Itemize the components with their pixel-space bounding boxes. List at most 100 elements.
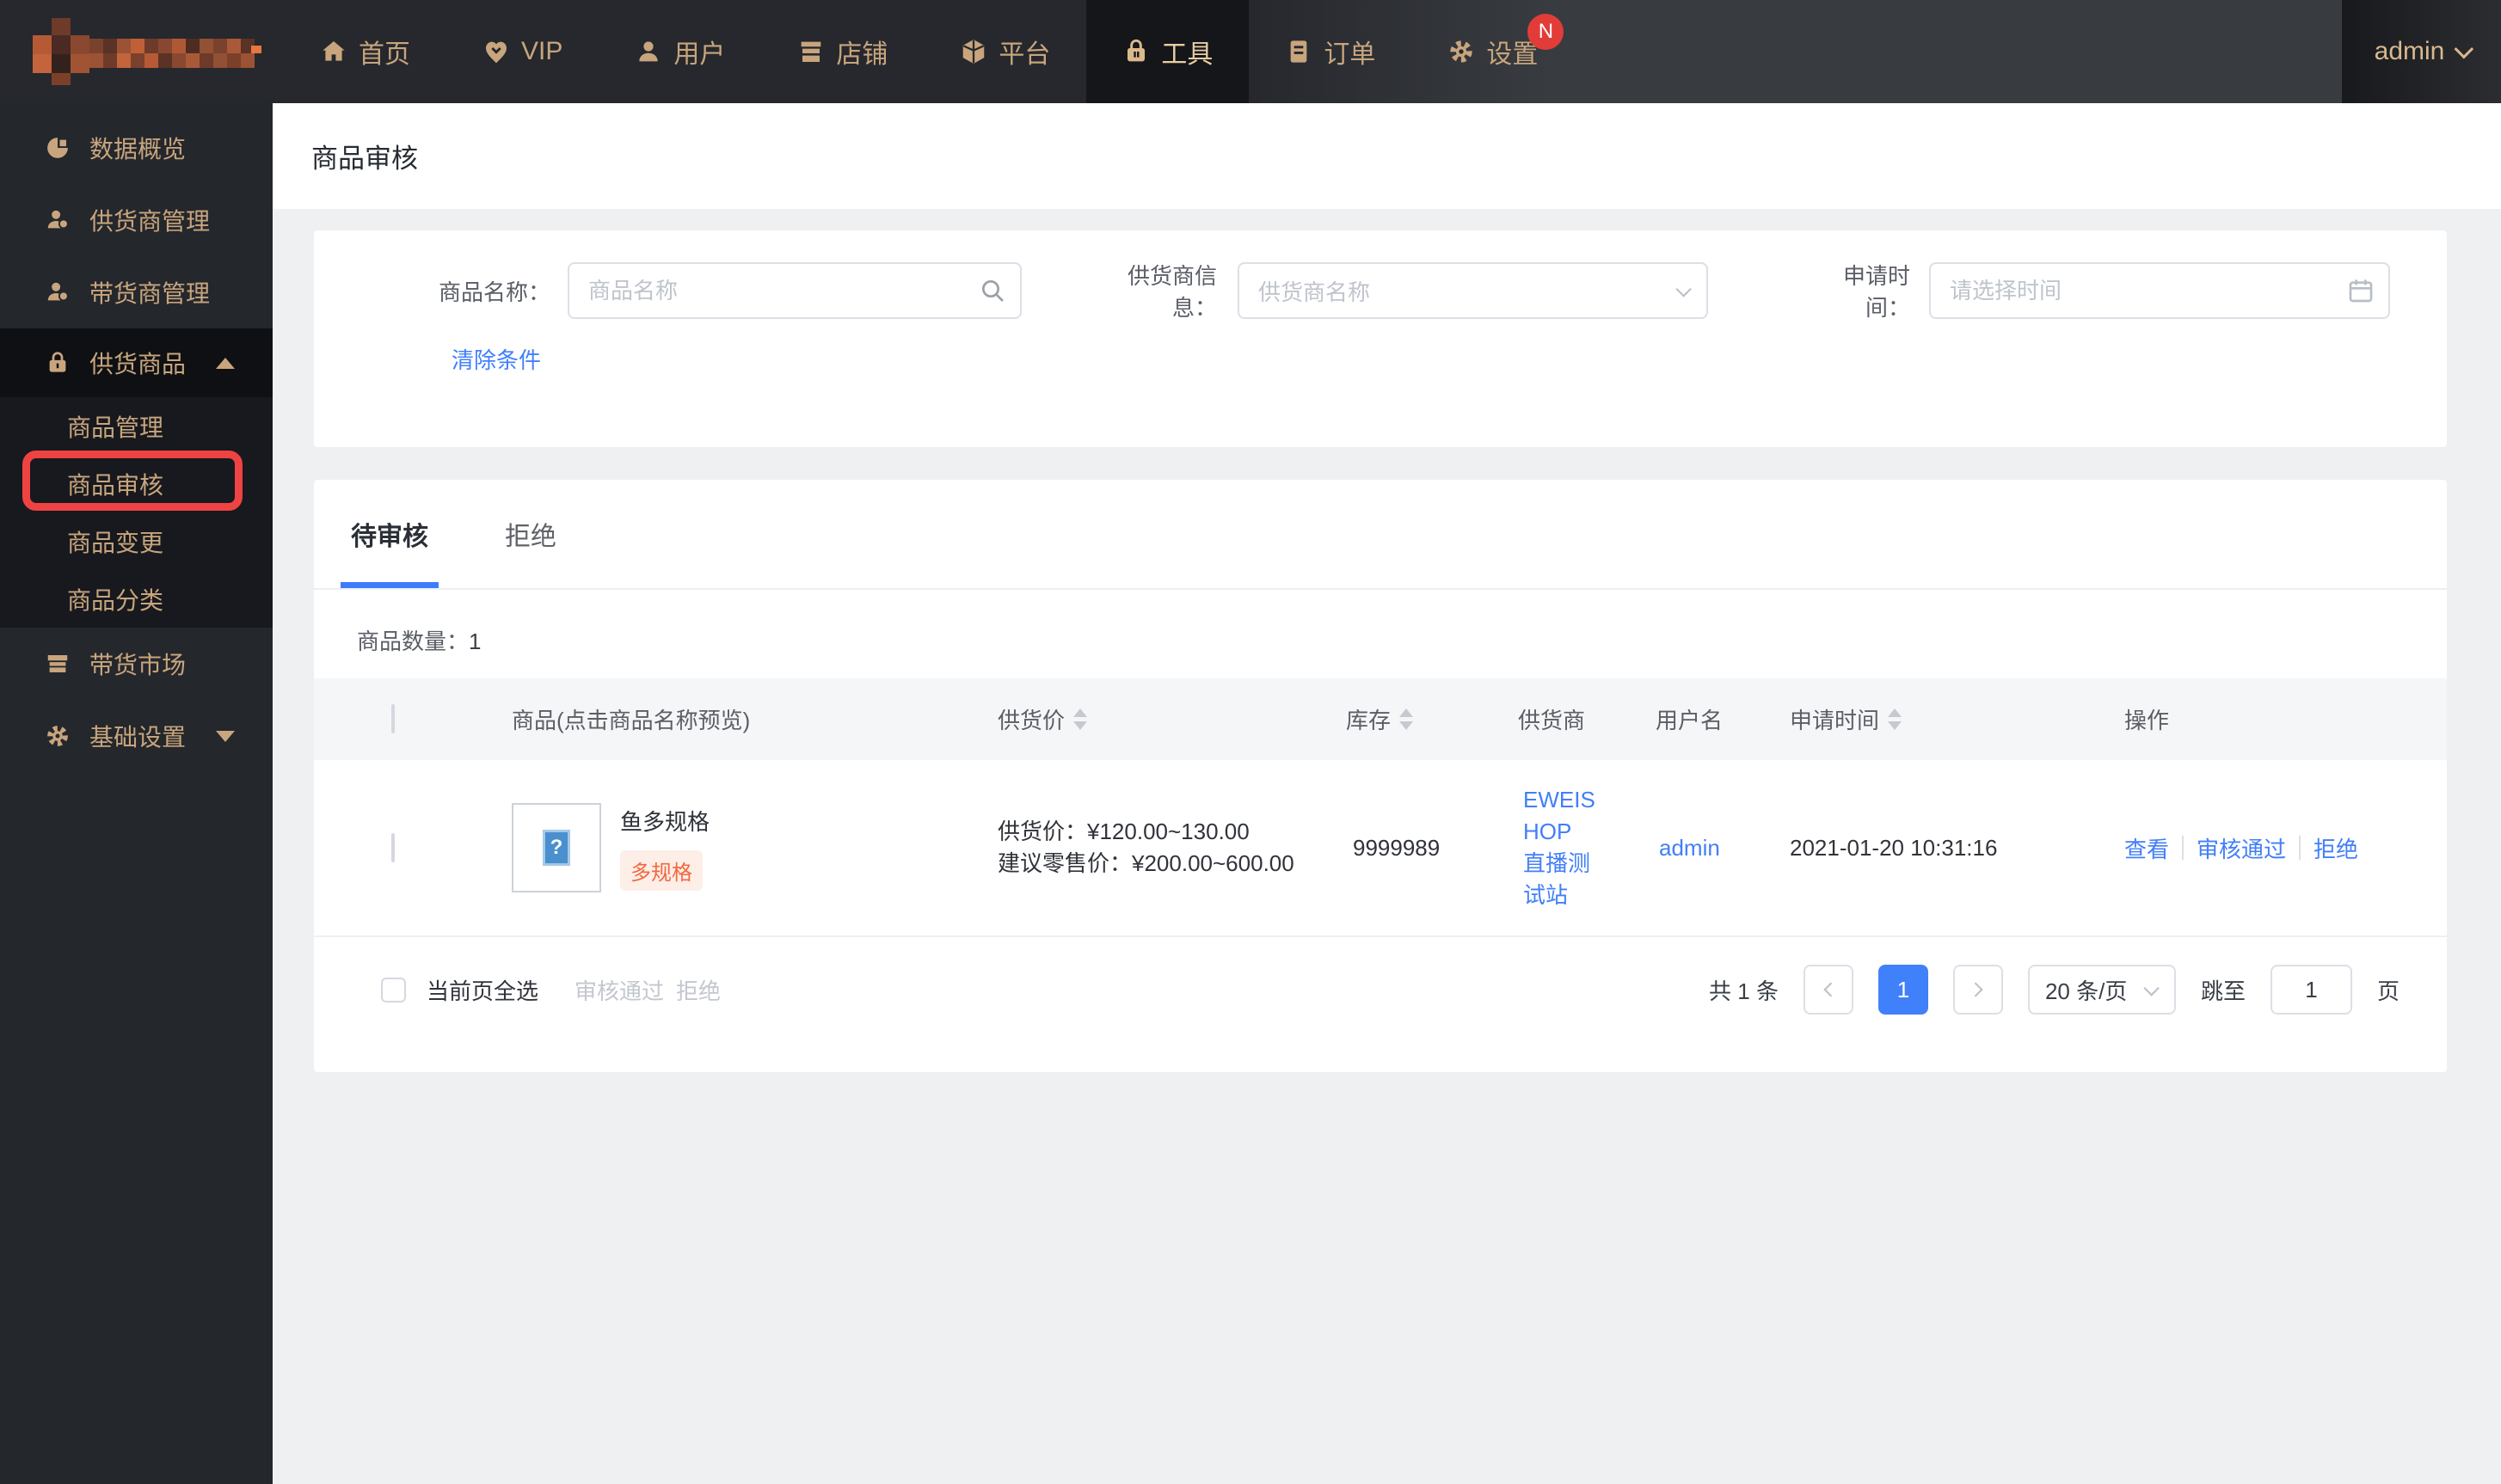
page-size-select[interactable]: 20 条/页: [2027, 965, 2176, 1015]
sidebar-item-overview[interactable]: 数据概览: [0, 112, 273, 184]
nav-label: 订单: [1324, 40, 1376, 69]
nav-item-users[interactable]: 用户: [599, 0, 761, 103]
tab-rejected[interactable]: 拒绝: [495, 480, 567, 588]
nav-item-settings[interactable]: 设置 N: [1411, 0, 1574, 103]
sort-icon[interactable]: [1399, 708, 1414, 730]
sidebar-item-product-mgmt[interactable]: 商品管理: [0, 397, 273, 455]
select-all-header-checkbox[interactable]: [391, 704, 395, 733]
apply-time-label: 申请时间：: [1842, 263, 1910, 321]
tabs: 待审核 拒绝: [314, 480, 2447, 590]
user-menu[interactable]: admin: [2342, 0, 2501, 103]
table-card: 待审核 拒绝 商品数量：1 商品(点击商品名称预览) 供货价 库存 供货商 用户…: [314, 480, 2447, 1072]
supply-price-label: 供货价：: [998, 819, 1088, 844]
sort-icon[interactable]: [1073, 708, 1088, 730]
nav-menu: 首页 VIP 用户 店铺 平台 工具 订单 设置 N: [284, 0, 1574, 103]
col-apply-time: 申请时间: [1790, 708, 1880, 733]
supplier-select-placeholder: 供货商名称: [1258, 279, 1371, 305]
apply-time-input[interactable]: [1929, 262, 2390, 319]
stock-value: 9999989: [1353, 834, 1441, 861]
supplier-line: HOP: [1523, 819, 1572, 844]
reject-action[interactable]: 拒绝: [2314, 832, 2358, 864]
total-count: 共 1 条: [1709, 978, 1779, 1004]
chevron-left-icon: [1823, 982, 1839, 997]
clear-filters-link[interactable]: 清除条件: [452, 343, 541, 375]
search-icon[interactable]: [979, 277, 1006, 304]
select-all-page-checkbox[interactable]: [381, 977, 406, 1003]
product-count-label: 商品数量：: [357, 629, 470, 654]
col-product: 商品(点击商品名称预览): [512, 708, 751, 733]
supplier-line: 直播测: [1523, 850, 1591, 876]
supplier-line: EWEIS: [1523, 787, 1595, 813]
apply-time-value: 2021-01-20 10:31:16: [1790, 834, 1998, 861]
user-icon: [639, 41, 659, 62]
supplier-person-icon: [47, 210, 69, 230]
page-unit-label: 页: [2376, 978, 2400, 1004]
nav-item-tools[interactable]: 工具: [1086, 0, 1250, 103]
supplier-line: 试站: [1523, 882, 1569, 908]
sidebar-label: 商品分类: [67, 586, 164, 614]
sidebar-item-product-review[interactable]: 商品审核: [0, 455, 273, 512]
username-link[interactable]: admin: [1647, 835, 1780, 862]
divider: [2299, 836, 2301, 860]
sidebar-label: 供货商管理: [89, 208, 211, 235]
col-username: 用户名: [1656, 708, 1724, 733]
supplier-link[interactable]: EWEIS HOP 直播测 试站: [1484, 784, 1647, 911]
row-checkbox[interactable]: [391, 832, 395, 862]
sidebar-label: 数据概览: [89, 136, 187, 163]
nav-label: VIP: [521, 37, 563, 65]
bulk-reject-disabled[interactable]: 拒绝: [676, 974, 721, 1006]
sidebar-group-supply-goods[interactable]: 供货商品: [0, 328, 273, 397]
col-stock: 库存: [1346, 708, 1392, 733]
pagination: 共 1 条 1 20 条/页 跳至 页: [1709, 965, 2400, 1015]
main-content: 商品审核 商品名称： 供货商信息： 供货商名称 申请时间：: [273, 103, 2501, 1484]
sidebar-label: 商品审核: [67, 471, 164, 499]
chevron-down-icon: [1675, 280, 1692, 297]
nav-item-vip[interactable]: VIP: [446, 0, 599, 103]
view-action[interactable]: 查看: [2124, 832, 2169, 864]
product-image[interactable]: ?: [512, 803, 601, 892]
page-1-button[interactable]: 1: [1877, 965, 1928, 1015]
sidebar-item-supplier-mgmt[interactable]: 供货商管理: [0, 184, 273, 256]
market-shop-icon: [47, 655, 68, 672]
sidebar-item-reseller-mgmt[interactable]: 带货商管理: [0, 256, 273, 328]
user-name: admin: [2374, 37, 2445, 65]
approve-action[interactable]: 审核通过: [2197, 832, 2286, 864]
broken-image-icon: ?: [543, 830, 570, 866]
next-page-button[interactable]: [1952, 965, 2003, 1015]
nav-item-shops[interactable]: 店铺: [761, 0, 924, 103]
jump-page-input[interactable]: [2270, 965, 2352, 1015]
reseller-person-icon: [47, 282, 69, 302]
product-count: 商品数量：1: [357, 624, 2447, 656]
nav-label: 首页: [359, 40, 410, 69]
sidebar-item-product-category[interactable]: 商品分类: [0, 570, 273, 628]
supply-price-value: ¥120.00~130.00: [1087, 819, 1250, 844]
notification-badge[interactable]: N: [1527, 14, 1564, 50]
multi-spec-tag: 多规格: [620, 850, 703, 891]
col-supplier: 供货商: [1518, 708, 1586, 733]
prev-page-button[interactable]: [1803, 965, 1853, 1015]
nav-item-platform[interactable]: 平台: [924, 0, 1086, 103]
table-header: 商品(点击商品名称预览) 供货价 库存 供货商 用户名 申请时间 操作: [314, 678, 2447, 760]
caret-up-icon: [216, 357, 235, 369]
sidebar-item-basic-settings[interactable]: 基础设置: [0, 700, 273, 772]
calendar-icon[interactable]: [2347, 277, 2375, 304]
retail-price-label: 建议零售价：: [998, 850, 1133, 876]
nav-item-home[interactable]: 首页: [284, 0, 446, 103]
product-name-link[interactable]: 鱼多规格: [620, 805, 710, 837]
table-row: ? 鱼多规格 多规格 供货价：¥120.00~130.00 建议零售价：¥200…: [314, 760, 2447, 937]
sidebar-item-reseller-market[interactable]: 带货市场: [0, 628, 273, 700]
sort-icon[interactable]: [1888, 708, 1902, 730]
sidebar-item-product-change[interactable]: 商品变更: [0, 512, 273, 570]
table-footer: 当前页全选 审核通过 拒绝 共 1 条 1 20 条/页 跳至 页: [314, 965, 2447, 1015]
tools-bag-icon: [1128, 39, 1146, 62]
vip-icon: [486, 41, 507, 64]
tab-pending-review[interactable]: 待审核: [341, 480, 439, 588]
product-name-input[interactable]: [568, 262, 1022, 319]
page-header: 商品审核: [273, 103, 2501, 209]
nav-item-orders[interactable]: 订单: [1249, 0, 1411, 103]
supplier-select[interactable]: 供货商名称: [1238, 262, 1708, 319]
bulk-approve-disabled[interactable]: 审核通过: [575, 974, 664, 1006]
sidebar-label: 基础设置: [89, 724, 187, 751]
lock-bag-icon: [49, 352, 66, 372]
app-logo: [33, 18, 261, 85]
